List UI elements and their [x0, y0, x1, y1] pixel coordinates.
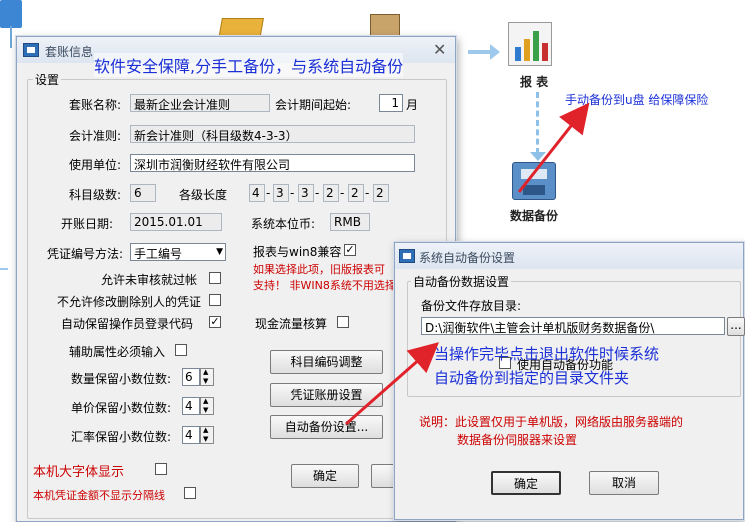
arrow-from-backup-button: [345, 342, 440, 426]
annotation-arrows: [345, 102, 590, 426]
arrow-to-manual-caption: [517, 102, 590, 193]
